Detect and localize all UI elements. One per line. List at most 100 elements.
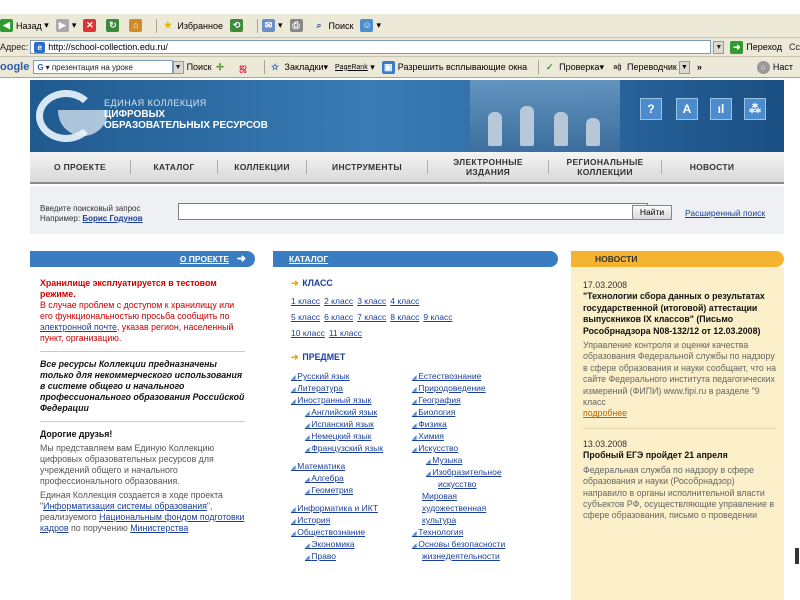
news-section-header[interactable]: НОВОСТИ (571, 251, 784, 267)
class-link[interactable]: 2 класс (324, 296, 353, 306)
back-button[interactable]: ◀ Назад ▾ (0, 19, 49, 32)
settings-button[interactable]: ○ Наст (756, 60, 793, 74)
subject-link[interactable]: Алгебра (305, 473, 344, 483)
read-more-link[interactable]: подробнее (583, 408, 776, 419)
subject-link[interactable]: Геометрия (305, 485, 353, 495)
subject-link[interactable]: История (291, 515, 330, 525)
advanced-search-link[interactable]: Расширенный поиск (685, 208, 765, 218)
class-link[interactable]: 5 класс (291, 312, 320, 322)
favorites-button[interactable]: ★ Избранное (161, 19, 223, 32)
google-search-dropdown[interactable]: ▼ (172, 60, 184, 74)
class-link[interactable]: 9 класс (423, 312, 452, 322)
translate-button[interactable]: aĝ Переводчик ▼ (611, 60, 690, 74)
informatization-link[interactable]: Информатизация системы образования (43, 501, 207, 511)
subject-item: Литература (291, 383, 343, 395)
subject-link[interactable]: культура (422, 515, 456, 525)
print-button[interactable]: ⎙ (289, 19, 306, 32)
refresh-button[interactable]: ↻ (106, 19, 122, 32)
catalog-section-header[interactable]: КАТАЛОГ (273, 251, 558, 267)
subject-link[interactable]: Биология (412, 407, 455, 417)
history-button[interactable]: ⟲ (229, 19, 246, 32)
subject-link[interactable]: художественная (422, 503, 486, 513)
subject-link[interactable]: Природоведение (412, 383, 486, 393)
popup-icon: ▣ (381, 60, 395, 74)
search-submit-button[interactable]: Найти (632, 205, 672, 220)
subject-link[interactable]: Иностранный язык (291, 395, 371, 405)
subject-link[interactable]: Изобразительное (426, 467, 502, 477)
subject-link[interactable]: жизнедеятельности (422, 551, 500, 561)
subject-link[interactable]: Музыка (426, 455, 462, 465)
mail-button[interactable]: ✉ ▾ (261, 19, 283, 32)
spellcheck-button[interactable]: ✓ Проверка ▾ (543, 61, 604, 74)
subject-link[interactable]: Французский язык (305, 443, 383, 453)
more-tools-button[interactable]: » (697, 62, 702, 72)
forward-button[interactable]: ▶ ▾ (55, 19, 76, 32)
subject-link[interactable]: Английский язык (305, 407, 377, 417)
messenger-button[interactable]: ☺ ▾ (360, 19, 381, 32)
class-link[interactable]: 11 класс (329, 328, 362, 338)
search-input[interactable] (178, 203, 648, 220)
news-title-link[interactable]: Пробный ЕГЭ пройдет 21 апреля (583, 450, 776, 461)
subject-link[interactable]: Обществознание (291, 527, 365, 537)
class-link[interactable]: 10 класс (291, 328, 325, 338)
translate-dropdown[interactable]: ▼ (678, 60, 690, 74)
subject-link[interactable]: Физика (412, 419, 447, 429)
url-dropdown-button[interactable]: ▼ (713, 40, 725, 54)
site-title[interactable]: ЕДИНАЯ КОЛЛЕКЦИЯ ЦИФРОВЫХ ОБРАЗОВАТЕЛЬНЫ… (104, 98, 268, 131)
google-search-button[interactable]: Поиск ✢ (187, 61, 230, 74)
search-button[interactable]: ⌕ Поиск (313, 19, 353, 32)
nav-collections[interactable]: КОЛЛЕКЦИИ (218, 162, 306, 172)
email-link[interactable]: электронной почте (40, 322, 117, 332)
help-icon[interactable]: ? (640, 98, 662, 120)
home-button[interactable]: ⌂ (129, 19, 145, 32)
scrollbar-thumb[interactable] (795, 548, 799, 564)
url-text: http://school-collection.edu.ru/ (48, 42, 168, 52)
nav-regional-collections[interactable]: РЕГИОНАЛЬНЫЕ КОЛЛЕКЦИИ (549, 157, 661, 177)
subject-link[interactable]: Информатика и ИКТ (291, 503, 378, 513)
class-link[interactable]: 7 класс (357, 312, 386, 322)
ministry-link[interactable]: Министерства (130, 523, 188, 533)
search-example-link[interactable]: Борис Годунов (82, 214, 142, 223)
class-link[interactable]: 3 класс (357, 296, 386, 306)
subject-link[interactable]: Основы безопасности (412, 539, 505, 549)
go-button[interactable]: ➜ Переход (730, 40, 782, 54)
class-link[interactable]: 8 класс (390, 312, 419, 322)
subject-link[interactable]: Право (305, 551, 336, 561)
google-swirl-button[interactable]: ஜ (237, 61, 253, 74)
google-search-input[interactable]: G ▾ презентация на уроке (33, 60, 173, 74)
url-input[interactable]: e http://school-collection.edu.ru/ (30, 40, 712, 54)
statistics-icon[interactable]: ıl (710, 98, 732, 120)
nav-e-editions[interactable]: ЭЛЕКТРОННЫЕ ИЗДАНИЯ (428, 157, 548, 177)
subject-item: Технология (412, 527, 463, 539)
subject-link[interactable]: Математика (291, 461, 345, 471)
subject-link[interactable]: Естествознание (412, 371, 481, 381)
stop-button[interactable]: ✕ (83, 19, 99, 32)
class-link[interactable]: 1 класс (291, 296, 320, 306)
subject-link[interactable]: Литература (291, 383, 343, 393)
subject-item: География (412, 395, 461, 407)
subject-link[interactable]: Мировая (422, 491, 457, 501)
subject-link[interactable]: География (412, 395, 461, 405)
pagerank-indicator[interactable]: PageRank ▾ (335, 62, 375, 73)
news-title-link[interactable]: "Технологии сбора данных о результатах г… (583, 291, 776, 337)
subject-link[interactable]: Искусство (412, 443, 458, 453)
text-size-icon[interactable]: A (676, 98, 698, 120)
nav-tools[interactable]: ИНСТРУМЕНТЫ (307, 162, 427, 172)
intro-paragraph: Мы представляем вам Единую Коллекцию циф… (40, 443, 215, 486)
subject-link[interactable]: Экономика (305, 539, 355, 549)
nav-catalog[interactable]: КАТАЛОГ (131, 162, 217, 172)
about-section-header[interactable]: О ПРОЕКТЕ ➜ (30, 251, 255, 267)
subject-link[interactable]: Испанский язык (305, 419, 374, 429)
sitemap-icon[interactable]: ⁂ (744, 98, 766, 120)
subject-link[interactable]: Технология (412, 527, 463, 537)
class-link[interactable]: 4 класс (390, 296, 419, 306)
subject-link[interactable]: Химия (412, 431, 444, 441)
bookmarks-button[interactable]: ☆ Закладки ▾ (269, 61, 328, 74)
subject-link[interactable]: Немецкий язык (305, 431, 372, 441)
nav-about[interactable]: О ПРОЕКТЕ (30, 162, 130, 172)
subject-link[interactable]: искусство (438, 479, 477, 489)
nav-news[interactable]: НОВОСТИ (662, 162, 762, 172)
class-link[interactable]: 6 класс (324, 312, 353, 322)
popup-blocker-button[interactable]: ▣ Разрешить всплывающие окна (381, 60, 527, 74)
subject-link[interactable]: Русский язык (291, 371, 350, 381)
